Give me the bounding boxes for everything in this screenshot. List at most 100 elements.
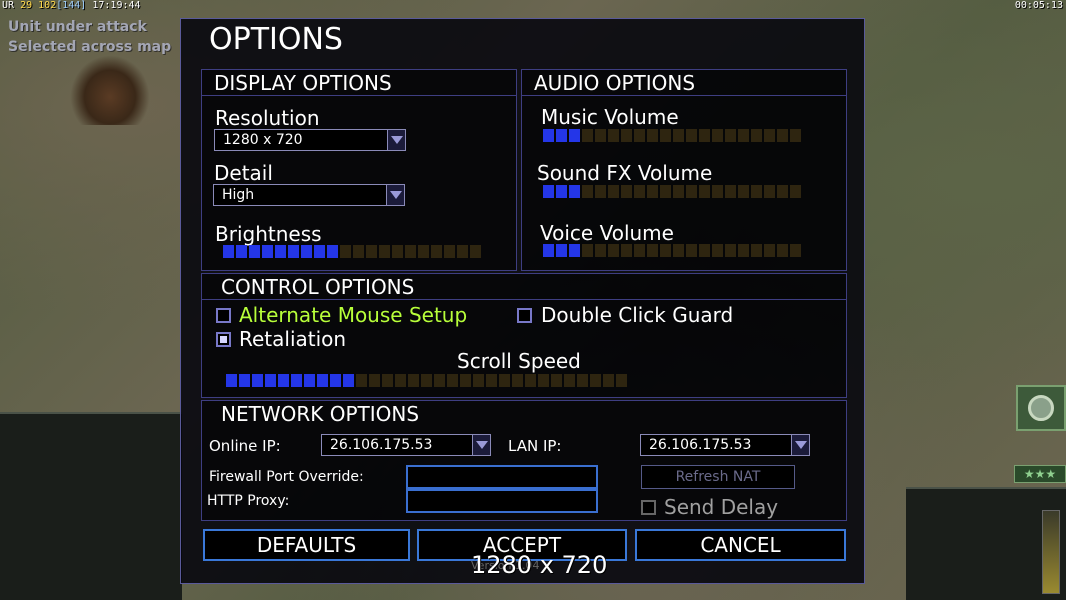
- slider-segment[interactable]: [418, 245, 429, 258]
- chevron-down-icon[interactable]: [791, 435, 809, 455]
- double-click-guard-checkbox[interactable]: [517, 308, 532, 323]
- slider-segment[interactable]: [660, 185, 671, 198]
- slider-segment[interactable]: [790, 244, 801, 257]
- slider-segment[interactable]: [556, 129, 567, 142]
- slider-segment[interactable]: [569, 244, 580, 257]
- slider-segment[interactable]: [686, 129, 697, 142]
- send-delay-label[interactable]: Send Delay: [664, 495, 778, 519]
- slider-segment[interactable]: [777, 185, 788, 198]
- slider-segment[interactable]: [460, 374, 471, 387]
- slider-segment[interactable]: [569, 129, 580, 142]
- slider-segment[interactable]: [595, 244, 606, 257]
- slider-segment[interactable]: [647, 129, 658, 142]
- slider-segment[interactable]: [621, 129, 632, 142]
- slider-segment[interactable]: [379, 245, 390, 258]
- resolution-dropdown[interactable]: 1280 x 720: [214, 129, 406, 151]
- slider-segment[interactable]: [712, 129, 723, 142]
- slider-segment[interactable]: [304, 374, 315, 387]
- slider-segment[interactable]: [603, 374, 614, 387]
- slider-segment[interactable]: [673, 185, 684, 198]
- slider-segment[interactable]: [543, 185, 554, 198]
- chevron-down-icon[interactable]: [472, 435, 490, 455]
- slider-segment[interactable]: [343, 374, 354, 387]
- slider-segment[interactable]: [634, 129, 645, 142]
- sfx-volume-slider[interactable]: [543, 185, 801, 198]
- slider-segment[interactable]: [686, 185, 697, 198]
- slider-segment[interactable]: [317, 374, 328, 387]
- firewall-port-input[interactable]: [406, 465, 598, 489]
- slider-segment[interactable]: [314, 245, 325, 258]
- slider-segment[interactable]: [395, 374, 406, 387]
- slider-segment[interactable]: [226, 374, 237, 387]
- slider-segment[interactable]: [725, 129, 736, 142]
- slider-segment[interactable]: [353, 245, 364, 258]
- chevron-down-icon[interactable]: [387, 130, 405, 150]
- slider-segment[interactable]: [660, 129, 671, 142]
- slider-segment[interactable]: [382, 374, 393, 387]
- slider-segment[interactable]: [738, 244, 749, 257]
- detail-dropdown[interactable]: High: [213, 184, 405, 206]
- slider-segment[interactable]: [288, 245, 299, 258]
- slider-segment[interactable]: [538, 374, 549, 387]
- slider-segment[interactable]: [608, 244, 619, 257]
- slider-segment[interactable]: [512, 374, 523, 387]
- slider-segment[interactable]: [525, 374, 536, 387]
- alt-mouse-checkbox[interactable]: [216, 308, 231, 323]
- slider-segment[interactable]: [262, 245, 273, 258]
- slider-segment[interactable]: [608, 129, 619, 142]
- slider-segment[interactable]: [265, 374, 276, 387]
- slider-segment[interactable]: [712, 244, 723, 257]
- scroll-speed-slider[interactable]: [226, 374, 627, 387]
- slider-segment[interactable]: [291, 374, 302, 387]
- slider-segment[interactable]: [738, 185, 749, 198]
- retaliation-checkbox[interactable]: [216, 332, 231, 347]
- slider-segment[interactable]: [751, 185, 762, 198]
- slider-segment[interactable]: [405, 245, 416, 258]
- slider-segment[interactable]: [236, 245, 247, 258]
- slider-segment[interactable]: [582, 129, 593, 142]
- slider-segment[interactable]: [556, 244, 567, 257]
- slider-segment[interactable]: [790, 185, 801, 198]
- slider-segment[interactable]: [595, 129, 606, 142]
- slider-segment[interactable]: [569, 185, 580, 198]
- slider-segment[interactable]: [725, 244, 736, 257]
- slider-segment[interactable]: [473, 374, 484, 387]
- slider-segment[interactable]: [369, 374, 380, 387]
- refresh-nat-button[interactable]: Refresh NAT: [641, 465, 795, 489]
- slider-segment[interactable]: [590, 374, 601, 387]
- slider-segment[interactable]: [660, 244, 671, 257]
- slider-segment[interactable]: [751, 129, 762, 142]
- slider-segment[interactable]: [647, 185, 658, 198]
- slider-segment[interactable]: [725, 185, 736, 198]
- slider-segment[interactable]: [699, 129, 710, 142]
- http-proxy-input[interactable]: [406, 489, 598, 513]
- slider-segment[interactable]: [301, 245, 312, 258]
- slider-segment[interactable]: [543, 244, 554, 257]
- slider-segment[interactable]: [434, 374, 445, 387]
- online-ip-dropdown[interactable]: 26.106.175.53: [321, 434, 491, 456]
- slider-segment[interactable]: [751, 244, 762, 257]
- slider-segment[interactable]: [444, 245, 455, 258]
- slider-segment[interactable]: [582, 244, 593, 257]
- slider-segment[interactable]: [249, 245, 260, 258]
- slider-segment[interactable]: [764, 129, 775, 142]
- slider-segment[interactable]: [447, 374, 458, 387]
- slider-segment[interactable]: [340, 245, 351, 258]
- defaults-button[interactable]: DEFAULTS: [203, 529, 410, 561]
- slider-segment[interactable]: [582, 185, 593, 198]
- slider-segment[interactable]: [738, 129, 749, 142]
- slider-segment[interactable]: [595, 185, 606, 198]
- slider-segment[interactable]: [790, 129, 801, 142]
- send-delay-checkbox[interactable]: [641, 500, 656, 515]
- alt-mouse-label[interactable]: Alternate Mouse Setup: [239, 303, 467, 327]
- slider-segment[interactable]: [327, 245, 338, 258]
- slider-segment[interactable]: [777, 244, 788, 257]
- slider-segment[interactable]: [278, 374, 289, 387]
- slider-segment[interactable]: [499, 374, 510, 387]
- slider-segment[interactable]: [356, 374, 367, 387]
- slider-segment[interactable]: [634, 185, 645, 198]
- double-click-guard-label[interactable]: Double Click Guard: [541, 303, 733, 327]
- lan-ip-dropdown[interactable]: 26.106.175.53: [640, 434, 810, 456]
- slider-segment[interactable]: [699, 244, 710, 257]
- slider-segment[interactable]: [239, 374, 250, 387]
